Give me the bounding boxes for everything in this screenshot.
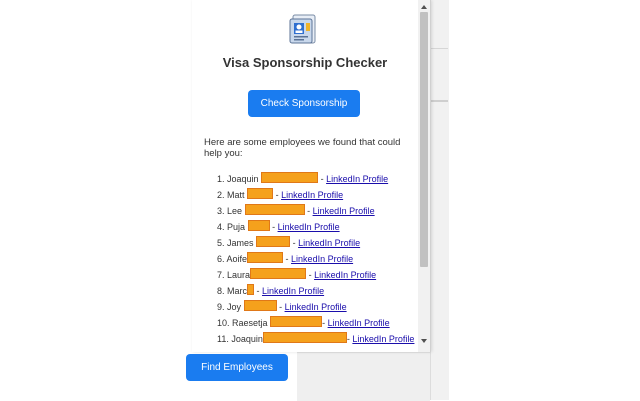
scroll-down-arrow-icon[interactable] — [421, 339, 427, 343]
list-item: 4. Puja - LinkedIn Profile — [217, 220, 340, 232]
item-number: 2. — [217, 190, 225, 200]
passport-visa-icon — [287, 12, 321, 46]
linkedin-profile-link[interactable]: LinkedIn Profile — [326, 174, 388, 184]
find-employees-button[interactable]: Find Employees — [186, 354, 288, 381]
item-number: 6. — [217, 254, 225, 264]
background-page-panel — [430, 0, 449, 400]
redaction-mark — [247, 188, 274, 199]
redaction-mark — [247, 220, 270, 231]
employee-name: Matt — [227, 190, 245, 200]
list-item: 7. Laura - LinkedIn Profile — [217, 268, 377, 280]
list-item: 5. James - LinkedIn Profile — [217, 236, 361, 248]
employee-name: Raesetja — [232, 318, 268, 328]
linkedin-profile-link[interactable]: LinkedIn Profile — [314, 270, 376, 280]
redaction-mark — [244, 204, 305, 215]
list-item: 2. Matt - LinkedIn Profile — [217, 188, 344, 200]
linkedin-profile-link[interactable]: LinkedIn Profile — [281, 190, 343, 200]
redaction-mark — [261, 172, 319, 183]
list-item: 6. Aoife - LinkedIn Profile — [217, 252, 354, 264]
employee-name: Joaquin — [227, 174, 259, 184]
employee-list: 1. Joaquin - LinkedIn Profile 2. Matt - … — [217, 172, 417, 352]
item-number: 7. — [217, 270, 225, 280]
item-number: 5. — [217, 238, 225, 248]
redaction-mark — [262, 332, 347, 343]
redaction-mark — [256, 236, 291, 247]
item-number: 8. — [217, 286, 225, 296]
employee-name: James — [227, 238, 254, 248]
item-number: 3. — [217, 206, 225, 216]
redaction-mark — [247, 252, 284, 263]
redaction-mark — [243, 300, 277, 311]
linkedin-profile-link[interactable]: LinkedIn Profile — [313, 206, 375, 216]
redaction-mark — [250, 268, 307, 279]
background-divider — [430, 100, 448, 102]
list-item: 10. Raesetja - LinkedIn Profile — [217, 316, 390, 328]
linkedin-profile-link[interactable]: LinkedIn Profile — [352, 334, 414, 344]
employee-name: Laura — [227, 270, 251, 280]
scroll-up-arrow-icon[interactable] — [421, 5, 427, 9]
redaction-mark — [247, 284, 255, 295]
item-number: 11. — [217, 334, 229, 344]
app-title: Visa Sponsorship Checker — [222, 55, 388, 70]
scrollbar-thumb[interactable] — [420, 12, 428, 267]
item-number: 9. — [217, 302, 225, 312]
list-item: 3. Lee - LinkedIn Profile — [217, 204, 375, 216]
check-sponsorship-button[interactable]: Check Sponsorship — [248, 90, 360, 117]
popup-content: Visa Sponsorship Checker Check Sponsorsh… — [192, 0, 418, 352]
item-number: 10. — [217, 318, 230, 328]
employee-name: Lee — [227, 206, 243, 216]
linkedin-profile-link[interactable]: LinkedIn Profile — [262, 286, 324, 296]
intro-text: Here are some employees we found that co… — [204, 137, 401, 159]
linkedin-profile-link[interactable]: LinkedIn Profile — [298, 238, 360, 248]
extension-popup: Visa Sponsorship Checker Check Sponsorsh… — [192, 0, 431, 352]
list-item: 8. Marc - LinkedIn Profile — [217, 284, 325, 296]
employee-name: Puja — [227, 222, 246, 232]
employee-name: Joaquin — [231, 334, 263, 344]
employee-name: Joy — [227, 302, 242, 312]
background-divider — [430, 48, 448, 49]
redaction-mark — [270, 316, 323, 327]
item-number: 1. — [217, 174, 225, 184]
list-item: 1. Joaquin - LinkedIn Profile — [217, 172, 389, 184]
linkedin-profile-link[interactable]: LinkedIn Profile — [285, 302, 347, 312]
item-number: 4. — [217, 222, 225, 232]
employee-name: Marc — [227, 286, 248, 296]
linkedin-profile-link[interactable]: LinkedIn Profile — [291, 254, 353, 264]
popup-scrollbar[interactable] — [418, 0, 430, 352]
employee-name: Aoife — [226, 254, 248, 264]
list-item: 11. Joaquin - LinkedIn Profile — [217, 332, 415, 344]
list-item: 9. Joy - LinkedIn Profile — [217, 300, 347, 312]
linkedin-profile-link[interactable]: LinkedIn Profile — [278, 222, 340, 232]
background-page-area — [297, 352, 430, 401]
linkedin-profile-link[interactable]: LinkedIn Profile — [328, 318, 390, 328]
